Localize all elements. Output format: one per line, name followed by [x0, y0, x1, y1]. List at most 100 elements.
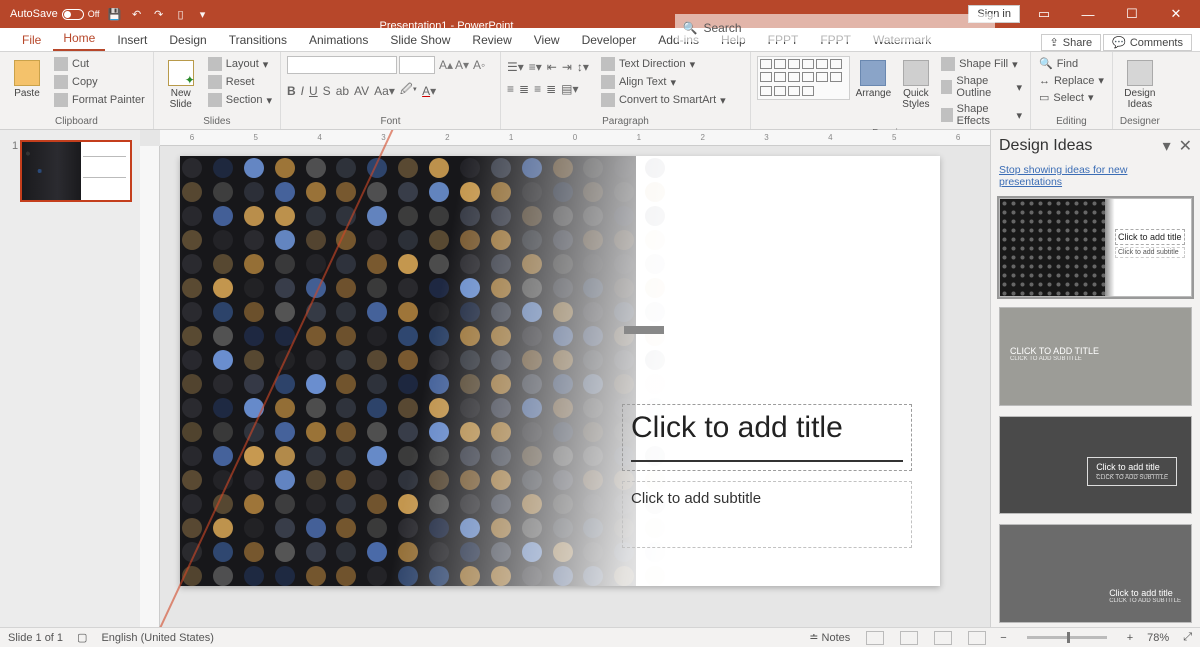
align-right-button[interactable]: ≡ [534, 82, 541, 96]
maximize-icon[interactable]: ☐ [1112, 0, 1152, 28]
justify-button[interactable]: ≣ [546, 82, 556, 96]
change-case-button[interactable]: Aa▾ [374, 84, 395, 98]
replace-icon: ↔ [1039, 75, 1050, 87]
bold-button[interactable]: B [287, 84, 296, 98]
design-idea-1[interactable]: Click to add title Click to add subtitle [999, 198, 1192, 297]
stop-showing-link[interactable]: Stop showing ideas for new presentations [991, 162, 1200, 194]
notes-button[interactable]: ≐ Notes [809, 631, 850, 644]
align-text-icon [601, 75, 615, 89]
shape-outline-button[interactable]: Shape Outline▾ [939, 74, 1024, 100]
close-icon[interactable]: ✕ [1156, 0, 1196, 28]
font-family-dropdown[interactable] [287, 56, 397, 74]
slide-counter[interactable]: Slide 1 of 1 [8, 632, 63, 644]
numbering-button[interactable]: ≡▾ [529, 60, 542, 74]
tab-home[interactable]: Home [53, 27, 105, 51]
bullets-button[interactable]: ☰▾ [507, 60, 524, 74]
pane-dropdown-icon[interactable]: ▾ [1163, 136, 1171, 156]
reading-view-icon[interactable] [934, 631, 952, 645]
design-idea-4[interactable]: Click to add title CLICK TO ADD SUBTITLE [999, 524, 1192, 623]
find-button[interactable]: 🔍Find [1037, 56, 1106, 71]
spell-check-icon[interactable]: ▢ [77, 631, 87, 644]
share-button[interactable]: ⇪Share [1041, 34, 1102, 51]
char-spacing-button[interactable]: AV [354, 84, 369, 98]
line-spacing-button[interactable]: ↕▾ [577, 60, 589, 74]
arrange-button[interactable]: Arrange [854, 56, 893, 99]
redo-icon[interactable]: ↷ [152, 7, 166, 21]
tab-design[interactable]: Design [159, 29, 216, 51]
title-bar: AutoSave Off 💾 ↶ ↷ ▯ ▾ Presentation1 - P… [0, 0, 1200, 28]
language-status[interactable]: English (United States) [101, 632, 214, 644]
align-left-button[interactable]: ≡ [507, 82, 514, 96]
start-from-beginning-icon[interactable]: ▯ [174, 7, 188, 21]
layout-button[interactable]: Layout▾ [206, 56, 274, 72]
smartart-icon [601, 93, 615, 107]
subtitle-placeholder[interactable]: Click to add subtitle [622, 481, 912, 548]
slide-canvas[interactable]: Click to add title Click to add subtitle [180, 156, 940, 586]
slidesorter-view-icon[interactable] [900, 631, 918, 645]
pane-close-icon[interactable]: ✕ [1179, 136, 1192, 156]
design-idea-2[interactable]: CLICK TO ADD TITLE CLICK TO ADD SUBTITLE [999, 307, 1192, 406]
title-placeholder[interactable]: Click to add title [622, 404, 912, 471]
new-slide-button[interactable]: ✦ New Slide [160, 56, 202, 110]
clear-format-icon[interactable]: A◦ [473, 58, 485, 72]
normal-view-icon[interactable] [866, 631, 884, 645]
zoom-slider[interactable] [1027, 636, 1107, 639]
fit-to-window-icon[interactable]: ⤢ [1183, 631, 1192, 644]
shapes-gallery[interactable] [757, 56, 850, 100]
qat-dropdown-icon[interactable]: ▾ [196, 7, 210, 21]
quick-styles-button[interactable]: Quick Styles [897, 56, 936, 110]
font-color-button[interactable]: A▾ [422, 84, 436, 98]
tab-file[interactable]: File [12, 29, 51, 51]
shape-fill-button[interactable]: Shape Fill▾ [939, 56, 1024, 72]
tab-developer[interactable]: Developer [572, 29, 647, 51]
increase-font-icon[interactable]: A▴ [439, 58, 453, 72]
italic-button[interactable]: I [301, 84, 304, 98]
search-box[interactable]: 🔍 Search [675, 14, 995, 42]
reset-button[interactable]: Reset [206, 74, 274, 90]
underline-button[interactable]: U [309, 84, 318, 98]
section-button[interactable]: Section▾ [206, 92, 274, 108]
paste-button[interactable]: Paste [6, 56, 48, 99]
font-size-dropdown[interactable] [399, 56, 435, 74]
tab-animations[interactable]: Animations [299, 29, 378, 51]
zoom-in-icon[interactable]: + [1127, 632, 1133, 644]
tab-slideshow[interactable]: Slide Show [380, 29, 460, 51]
comments-button[interactable]: 💬Comments [1103, 34, 1192, 51]
decrease-indent-button[interactable]: ⇤ [547, 60, 557, 74]
decrease-font-icon[interactable]: A▾ [455, 58, 469, 72]
save-icon[interactable]: 💾 [108, 7, 122, 21]
highlight-button[interactable]: 🖉▾ [400, 80, 417, 101]
increase-indent-button[interactable]: ⇥ [562, 60, 572, 74]
slideshow-view-icon[interactable] [968, 631, 986, 645]
ribbon-display-icon[interactable]: ▭ [1024, 0, 1064, 28]
shape-effects-button[interactable]: Shape Effects▾ [939, 102, 1024, 128]
strike-button[interactable]: S [323, 84, 331, 98]
tab-review[interactable]: Review [462, 29, 521, 51]
chevron-down-icon: ▾ [1016, 109, 1022, 122]
select-button[interactable]: ▭Select▾ [1037, 90, 1106, 105]
minimize-icon[interactable]: — [1068, 0, 1108, 28]
autosave-toggle[interactable]: AutoSave Off [10, 8, 100, 20]
design-idea-3[interactable]: Click to add title CLICK TO ADD SUBTITLE [999, 416, 1192, 515]
tab-transitions[interactable]: Transitions [219, 29, 297, 51]
design-ideas-button[interactable]: Design Ideas [1119, 56, 1161, 110]
autosave-label: AutoSave [10, 8, 58, 20]
slide-thumbnail-1[interactable] [20, 140, 132, 202]
tab-view[interactable]: View [524, 29, 570, 51]
text-direction-button[interactable]: Text Direction▾ [599, 56, 728, 72]
shadow-button[interactable]: ab [336, 84, 349, 98]
columns-button[interactable]: ▤▾ [561, 82, 578, 96]
zoom-out-icon[interactable]: − [1000, 632, 1006, 644]
zoom-level[interactable]: 78% [1147, 632, 1169, 644]
convert-smartart-button[interactable]: Convert to SmartArt▾ [599, 92, 728, 108]
replace-button[interactable]: ↔Replace▾ [1037, 73, 1106, 88]
slide-editor[interactable]: 6543210123456 Click to add title Click t… [140, 130, 990, 627]
align-center-button[interactable]: ≣ [519, 82, 529, 96]
align-text-button[interactable]: Align Text▾ [599, 74, 728, 90]
tab-insert[interactable]: Insert [107, 29, 157, 51]
undo-icon[interactable]: ↶ [130, 7, 144, 21]
cut-button[interactable]: Cut [52, 56, 147, 72]
format-painter-button[interactable]: Format Painter [52, 92, 147, 108]
copy-button[interactable]: Copy [52, 74, 147, 90]
section-icon [208, 93, 222, 107]
